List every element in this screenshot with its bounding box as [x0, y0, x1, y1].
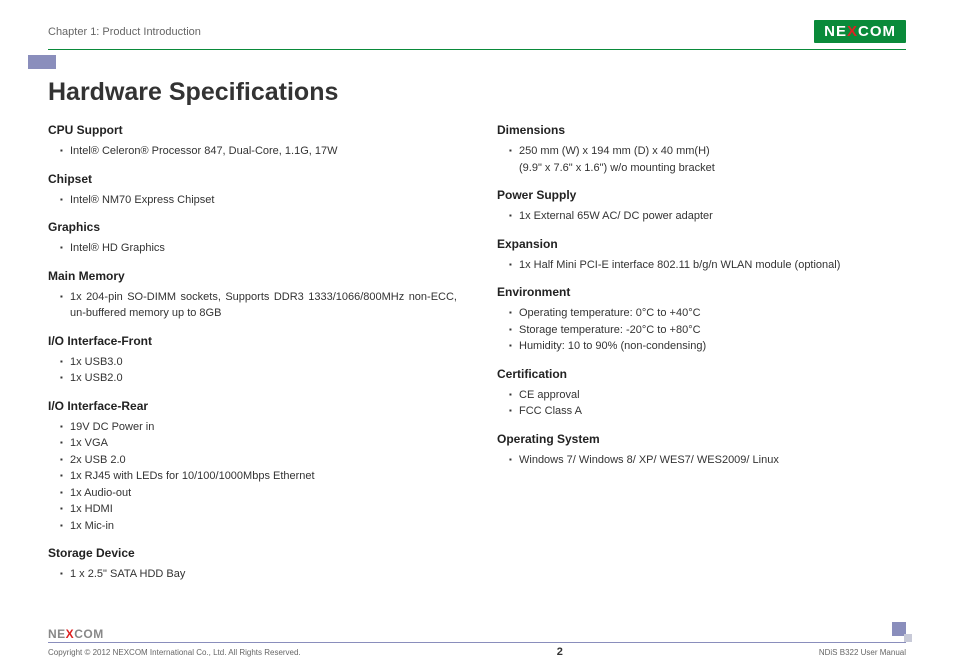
list-item: 250 mm (W) x 194 mm (D) x 40 mm(H) (9.9"…: [509, 143, 906, 176]
list-cpu: Intel® Celeron® Processor 847, Dual-Core…: [48, 143, 457, 160]
list-item: 1x HDMI: [60, 501, 457, 518]
brand-logo: NEXCOM: [814, 20, 906, 43]
heading-storage: Storage Device: [48, 546, 457, 560]
copyright-text: Copyright © 2012 NEXCOM International Co…: [48, 648, 301, 657]
list-item: 1x Half Mini PCI-E interface 802.11 b/g/…: [509, 257, 906, 274]
heading-environment: Environment: [497, 285, 906, 299]
list-power: 1x External 65W AC/ DC power adapter: [497, 208, 906, 225]
heading-io-front: I/O Interface-Front: [48, 334, 457, 348]
chapter-title: Chapter 1: Product Introduction: [48, 26, 201, 38]
list-item: 1x External 65W AC/ DC power adapter: [509, 208, 906, 225]
side-tab: [28, 55, 56, 69]
list-item: Intel® HD Graphics: [60, 240, 457, 257]
list-io-front: 1x USB3.0 1x USB2.0: [48, 354, 457, 387]
heading-expansion: Expansion: [497, 237, 906, 251]
list-certification: CE approval FCC Class A: [497, 387, 906, 420]
list-item: 1x USB2.0: [60, 370, 457, 387]
page-number: 2: [557, 646, 563, 658]
list-item: 19V DC Power in: [60, 419, 457, 436]
list-item: 1 x 2.5" SATA HDD Bay: [60, 566, 457, 583]
footer-logo: NEXCOM: [48, 627, 906, 641]
list-item: 1x Audio-out: [60, 485, 457, 502]
manual-name: NDiS B322 User Manual: [819, 648, 906, 657]
list-dimensions: 250 mm (W) x 194 mm (D) x 40 mm(H) (9.9"…: [497, 143, 906, 176]
list-expansion: 1x Half Mini PCI-E interface 802.11 b/g/…: [497, 257, 906, 274]
heading-power: Power Supply: [497, 188, 906, 202]
list-item: 1x Mic-in: [60, 518, 457, 535]
list-item: Intel® NM70 Express Chipset: [60, 192, 457, 209]
list-os: Windows 7/ Windows 8/ XP/ WES7/ WES2009/…: [497, 452, 906, 469]
logo-text-post: COM: [74, 627, 104, 641]
footer-tab-icon: [892, 622, 906, 636]
list-item: 1x RJ45 with LEDs for 10/100/1000Mbps Et…: [60, 468, 457, 485]
heading-cpu: CPU Support: [48, 123, 457, 137]
logo-text-pre: NE: [48, 627, 66, 641]
logo-text-x: X: [66, 627, 75, 641]
heading-memory: Main Memory: [48, 269, 457, 283]
list-item: 1x VGA: [60, 435, 457, 452]
logo-text-pre: NE: [824, 23, 847, 40]
list-item: Windows 7/ Windows 8/ XP/ WES7/ WES2009/…: [509, 452, 906, 469]
list-item: Storage temperature: -20°C to +80°C: [509, 322, 906, 339]
heading-certification: Certification: [497, 367, 906, 381]
list-item: 1x USB3.0: [60, 354, 457, 371]
list-item: 2x USB 2.0: [60, 452, 457, 469]
logo-text-post: COM: [858, 23, 896, 40]
list-memory: 1x 204-pin SO-DIMM sockets, Supports DDR…: [48, 289, 457, 322]
list-item: Operating temperature: 0°C to +40°C: [509, 305, 906, 322]
right-column: Dimensions 250 mm (W) x 194 mm (D) x 40 …: [497, 123, 906, 587]
spec-columns: CPU Support Intel® Celeron® Processor 84…: [48, 123, 906, 587]
list-item: Humidity: 10 to 90% (non-condensing): [509, 338, 906, 355]
list-storage: 1 x 2.5" SATA HDD Bay: [48, 566, 457, 583]
logo-text-x: X: [847, 23, 858, 40]
list-graphics: Intel® HD Graphics: [48, 240, 457, 257]
list-io-rear: 19V DC Power in 1x VGA 2x USB 2.0 1x RJ4…: [48, 419, 457, 535]
page-footer: NEXCOM Copyright © 2012 NEXCOM Internati…: [48, 627, 906, 658]
list-item: 1x 204-pin SO-DIMM sockets, Supports DDR…: [60, 289, 457, 322]
list-chipset: Intel® NM70 Express Chipset: [48, 192, 457, 209]
heading-graphics: Graphics: [48, 220, 457, 234]
list-environment: Operating temperature: 0°C to +40°C Stor…: [497, 305, 906, 355]
heading-os: Operating System: [497, 432, 906, 446]
heading-chipset: Chipset: [48, 172, 457, 186]
heading-dimensions: Dimensions: [497, 123, 906, 137]
left-column: CPU Support Intel® Celeron® Processor 84…: [48, 123, 457, 587]
list-item: Intel® Celeron® Processor 847, Dual-Core…: [60, 143, 457, 160]
footer-row: Copyright © 2012 NEXCOM International Co…: [48, 646, 906, 658]
list-item: CE approval: [509, 387, 906, 404]
heading-io-rear: I/O Interface-Rear: [48, 399, 457, 413]
page-header: Chapter 1: Product Introduction NEXCOM: [0, 0, 954, 43]
page-title: Hardware Specifications: [48, 78, 906, 107]
footer-rule: [48, 642, 906, 643]
main-content: Hardware Specifications CPU Support Inte…: [0, 50, 954, 587]
list-item: FCC Class A: [509, 403, 906, 420]
